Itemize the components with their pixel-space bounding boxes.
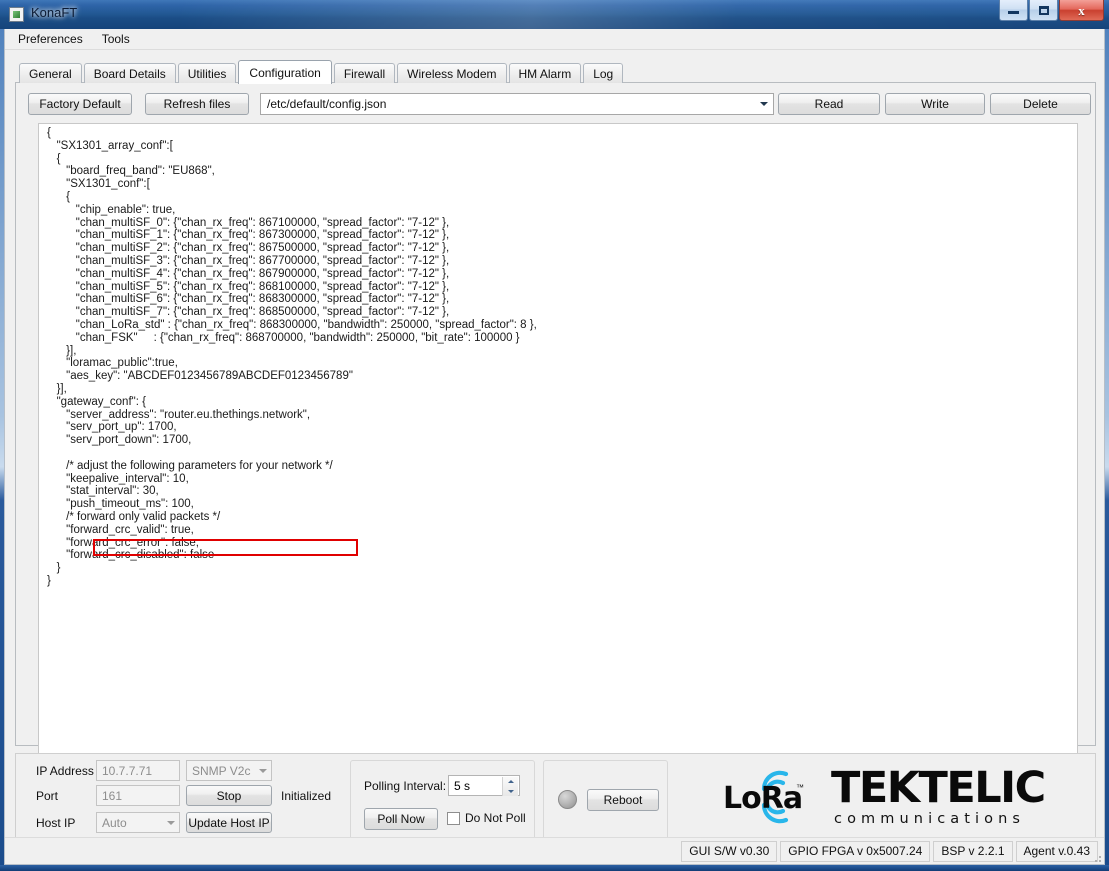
polling-group: Polling Interval: 5 s Poll Now Do Not Po… <box>350 760 535 840</box>
server-address-highlight <box>93 539 358 556</box>
tab-configuration[interactable]: Configuration <box>238 60 332 84</box>
poll-now-button[interactable]: Poll Now <box>364 808 438 830</box>
status-led-icon <box>558 790 577 809</box>
chevron-down-icon[interactable] <box>163 820 179 825</box>
app-icon <box>9 7 24 22</box>
device-group: Reboot <box>543 760 668 840</box>
tab-strip: General Board Details Utilities Configur… <box>19 60 625 84</box>
host-ip-select[interactable]: Auto <box>96 812 180 833</box>
polling-interval-stepper[interactable] <box>502 777 518 796</box>
resize-grip[interactable] <box>1089 850 1101 862</box>
reboot-button[interactable]: Reboot <box>587 789 659 811</box>
client-area: Preferences Tools General Board Details … <box>4 29 1105 865</box>
tab-hm-alarm[interactable]: HM Alarm <box>508 63 582 83</box>
port-input[interactable]: 161 <box>96 785 180 806</box>
tab-wireless-modem[interactable]: Wireless Modem <box>397 63 507 83</box>
ip-address-input[interactable]: 10.7.7.71 <box>96 760 180 781</box>
application-window: KonaFT x Preferences Tools General Board… <box>0 0 1109 871</box>
window-controls: x <box>999 0 1105 21</box>
port-label: Port <box>36 789 59 803</box>
maximize-icon <box>1038 5 1049 15</box>
ip-address-label: IP Address <box>36 764 94 778</box>
snmp-version-select[interactable]: SNMP V2c <box>186 760 272 781</box>
window-frame-right <box>1105 29 1109 871</box>
tab-utilities[interactable]: Utilities <box>177 63 237 83</box>
snmp-version-value: SNMP V2c <box>192 763 251 778</box>
status-bar: GUI S/W v0.30 GPIO FPGA v 0x5007.24 BSP … <box>5 837 1104 864</box>
minimize-icon <box>1008 11 1019 14</box>
config-json-editor[interactable]: { "SX1301_array_conf":[ { "board_freq_ba… <box>38 123 1078 783</box>
trademark-icon: ™ <box>796 783 804 792</box>
delete-button[interactable]: Delete <box>990 93 1091 115</box>
stop-button[interactable]: Stop <box>186 785 272 806</box>
tektelic-wordmark: TEKTELIC <box>831 763 1046 813</box>
config-file-select-value: /etc/default/config.json <box>267 97 387 111</box>
write-button[interactable]: Write <box>885 93 985 115</box>
chevron-down-icon[interactable] <box>255 768 271 773</box>
config-json-text: { "SX1301_array_conf":[ { "board_freq_ba… <box>47 127 537 587</box>
window-title: KonaFT <box>31 5 78 20</box>
connection-status: Initialized <box>281 789 332 803</box>
stepper-down-icon[interactable] <box>503 787 518 797</box>
refresh-files-button[interactable]: Refresh files <box>145 93 249 115</box>
chevron-down-icon[interactable] <box>755 94 772 114</box>
tab-board-details[interactable]: Board Details <box>83 63 176 83</box>
factory-default-button[interactable]: Factory Default <box>28 93 132 115</box>
do-not-poll-checkbox[interactable] <box>447 811 460 825</box>
brand-logos: LoRa ™ TEKTELIC communications <box>717 763 1046 828</box>
config-file-select[interactable]: /etc/default/config.json <box>260 93 774 115</box>
stepper-up-icon[interactable] <box>503 777 518 787</box>
menu-preferences[interactable]: Preferences <box>14 30 92 49</box>
tab-general[interactable]: General <box>19 63 82 83</box>
close-icon: x <box>1078 2 1085 18</box>
host-ip-label: Host IP <box>36 816 76 830</box>
close-button[interactable]: x <box>1059 0 1104 21</box>
status-bsp-version: BSP v 2.2.1 <box>933 840 1013 862</box>
tab-log[interactable]: Log <box>583 63 624 83</box>
status-gui-version: GUI S/W v0.30 <box>681 840 778 862</box>
read-button[interactable]: Read <box>778 93 880 115</box>
tektelic-tagline: communications <box>834 811 1026 827</box>
do-not-poll-checkbox-group[interactable]: Do Not Poll <box>447 811 526 825</box>
lora-logo: LoRa ™ <box>717 767 809 827</box>
tektelic-logo: TEKTELIC communications <box>831 763 1046 828</box>
host-ip-value: Auto <box>102 815 127 830</box>
maximize-button[interactable] <box>1029 0 1058 21</box>
minimize-button[interactable] <box>999 0 1028 21</box>
configuration-tab-page: Factory Default Refresh files /etc/defau… <box>15 82 1096 783</box>
window-frame-bottom <box>0 865 1109 871</box>
tab-firewall[interactable]: Firewall <box>333 63 396 83</box>
status-agent-version: Agent v.0.43 <box>1015 840 1098 862</box>
menu-tools[interactable]: Tools <box>98 30 139 49</box>
polling-interval-value: 5 s <box>454 778 471 793</box>
do-not-poll-label: Do Not Poll <box>465 811 526 825</box>
config-toolbar: Factory Default Refresh files <box>28 93 262 115</box>
lora-wordmark: LoRa <box>723 781 803 816</box>
polling-interval-label: Polling Interval: <box>364 779 447 793</box>
update-host-ip-button[interactable]: Update Host IP <box>186 812 272 833</box>
title-bar: KonaFT x <box>0 0 1109 29</box>
status-fpga-version: GPIO FPGA v 0x5007.24 <box>780 840 931 862</box>
menu-bar: Preferences Tools <box>5 29 1104 50</box>
polling-interval-input[interactable]: 5 s <box>448 775 520 796</box>
